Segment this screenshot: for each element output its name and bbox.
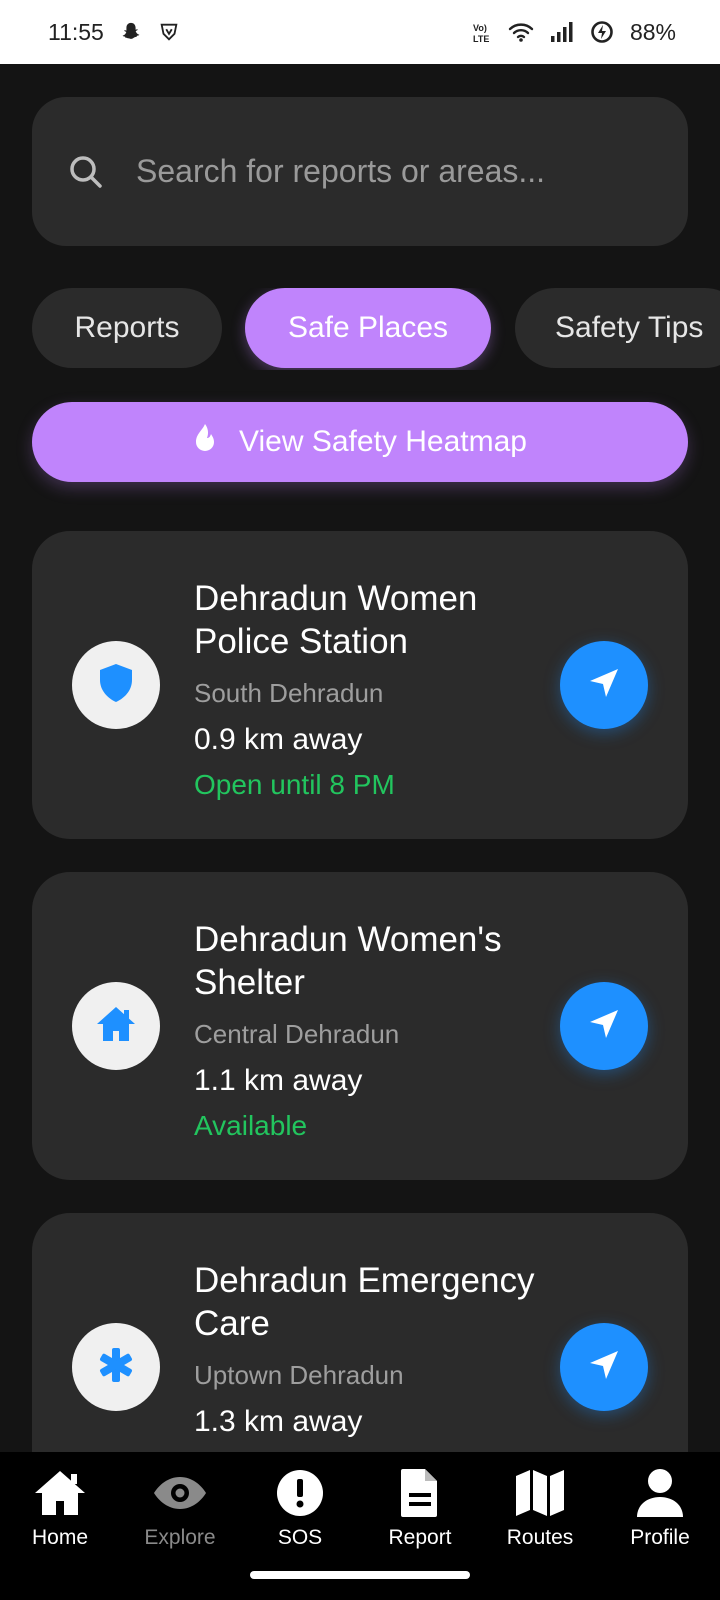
search-icon xyxy=(66,152,106,192)
alert-icon xyxy=(275,1466,325,1520)
medical-asterisk-icon xyxy=(97,1346,135,1389)
status-bar: 11:55 Vo) LTE 88% xyxy=(0,0,720,64)
flame-icon xyxy=(193,423,217,461)
place-status: Available xyxy=(194,1110,308,1141)
nav-sos[interactable]: SOS xyxy=(240,1466,360,1556)
search-bar[interactable]: Search for reports or areas... xyxy=(32,97,688,246)
document-icon xyxy=(399,1466,441,1520)
place-name: Dehradun Women's Shelter xyxy=(194,920,502,1002)
category-tabs: Reports Safe Places Safety Tips xyxy=(32,288,720,370)
place-area: Central Dehradun xyxy=(194,1019,400,1049)
place-area: Uptown Dehradun xyxy=(194,1360,404,1390)
nav-report[interactable]: Report xyxy=(360,1466,480,1556)
signal-icon xyxy=(550,21,574,43)
vpn-shield-icon xyxy=(158,21,180,43)
eye-icon xyxy=(152,1466,208,1520)
place-info: Dehradun Emergency Care Uptown Dehradun … xyxy=(194,1259,574,1441)
nav-routes[interactable]: Routes xyxy=(480,1466,600,1556)
place-area: South Dehradun xyxy=(194,678,384,708)
place-avatar xyxy=(72,1323,160,1411)
navigation-arrow-icon xyxy=(584,1004,624,1049)
nav-sos-label: SOS xyxy=(277,1526,323,1549)
nav-report-label: Report xyxy=(388,1526,452,1549)
home-icon xyxy=(33,1466,87,1520)
battery-percentage: 88% xyxy=(629,18,676,45)
navigation-arrow-icon xyxy=(584,663,624,708)
nav-routes-label: Routes xyxy=(506,1526,574,1549)
volte-icon: Vo) LTE xyxy=(472,20,492,44)
view-safety-heatmap-button[interactable]: View Safety Heatmap xyxy=(32,402,688,482)
wifi-icon xyxy=(508,21,534,43)
place-info: Dehradun Women Police Station South Dehr… xyxy=(194,577,574,803)
place-avatar xyxy=(72,982,160,1070)
snapchat-icon xyxy=(120,21,142,43)
shield-icon xyxy=(97,662,135,709)
nav-explore[interactable]: Explore xyxy=(120,1466,240,1556)
place-distance: 1.3 km away xyxy=(194,1405,363,1438)
status-time: 11:55 xyxy=(48,18,104,45)
nav-profile[interactable]: Profile xyxy=(600,1466,720,1556)
nav-home-label: Home xyxy=(31,1526,89,1549)
tab-reports[interactable]: Reports xyxy=(32,288,222,368)
heatmap-button-label: View Safety Heatmap xyxy=(239,425,527,458)
place-distance: 1.1 km away xyxy=(194,1064,363,1097)
place-card[interactable]: Dehradun Women's Shelter Central Dehradu… xyxy=(32,872,688,1180)
tab-safety-tips[interactable]: Safety Tips xyxy=(515,288,720,368)
battery-saver-icon xyxy=(590,20,614,44)
home-indicator[interactable] xyxy=(250,1571,470,1579)
tab-safe-places[interactable]: Safe Places xyxy=(245,288,491,368)
navigate-button[interactable] xyxy=(560,982,648,1070)
navigate-button[interactable] xyxy=(560,1323,648,1411)
place-info: Dehradun Women's Shelter Central Dehradu… xyxy=(194,918,574,1144)
place-status: Open until 8 PM xyxy=(194,769,395,800)
navigate-button[interactable] xyxy=(560,641,648,729)
place-name: Dehradun Women Police Station xyxy=(194,579,478,661)
place-card[interactable]: Dehradun Women Police Station South Dehr… xyxy=(32,531,688,839)
nav-profile-label: Profile xyxy=(630,1526,690,1549)
nav-explore-label: Explore xyxy=(144,1526,216,1549)
search-input[interactable]: Search for reports or areas... xyxy=(136,153,545,190)
place-name: Dehradun Emergency Care xyxy=(194,1261,535,1343)
house-icon xyxy=(95,1004,137,1049)
user-icon xyxy=(635,1466,685,1520)
map-icon xyxy=(514,1466,566,1520)
svg-text:Vo): Vo) xyxy=(473,23,487,33)
navigation-arrow-icon xyxy=(584,1345,624,1390)
nav-home[interactable]: Home xyxy=(0,1466,120,1556)
place-distance: 0.9 km away xyxy=(194,723,363,756)
svg-text:LTE: LTE xyxy=(473,34,489,44)
place-avatar xyxy=(72,641,160,729)
